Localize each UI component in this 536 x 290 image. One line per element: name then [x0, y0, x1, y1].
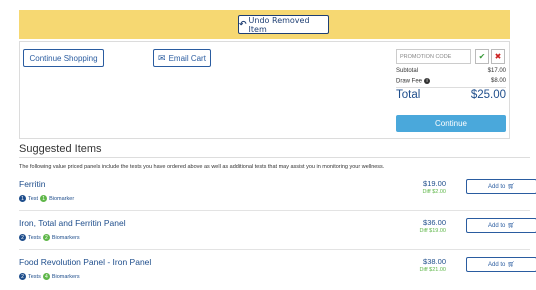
item-price: $19.00	[423, 179, 446, 188]
item-divider	[19, 210, 530, 211]
tests-count-badge: 2	[19, 234, 26, 241]
biomarkers-label: Biomarkers	[51, 234, 80, 241]
undo-label: Undo Removed Item	[248, 15, 310, 34]
total-value: $25.00	[470, 89, 506, 101]
item-diff: Diff $19.00	[419, 228, 446, 234]
promo-code-placeholder: PROMOTION CODE	[400, 53, 452, 60]
draw-fee-value: $8.00	[490, 78, 506, 84]
item-price: $36.00	[423, 218, 446, 227]
item-diff: Diff $21.00	[419, 267, 446, 273]
biomarkers-count-badge: 2	[42, 234, 50, 241]
email-cart-button[interactable]: ✉ Email Cart	[153, 49, 211, 67]
item-meta: 2 Tests 4 Biomarkers	[19, 273, 80, 280]
subtotal-label: Subtotal	[396, 68, 419, 74]
clear-promo-button[interactable]: ✖	[491, 49, 505, 64]
item-meta: 2 Tests 2 Biomarkers	[19, 234, 80, 241]
biomarkers-label: Biomarker	[49, 195, 75, 202]
item-meta: 1 Test 1 Biomarker	[19, 195, 74, 202]
item-divider	[19, 249, 530, 250]
tests-label: Test	[28, 195, 39, 202]
cart-icon: 🛒︎	[507, 262, 515, 268]
add-to-cart-button[interactable]: Add to 🛒︎	[466, 179, 536, 194]
check-icon: ✔	[478, 52, 486, 61]
section-divider	[19, 157, 530, 158]
close-icon: ✖	[494, 52, 502, 61]
cart-icon: 🛒︎	[507, 223, 515, 229]
add-to-cart-button[interactable]: Add to 🛒︎	[466, 257, 536, 272]
item-name[interactable]: Food Revolution Panel - Iron Panel	[19, 257, 151, 267]
summary-divider	[396, 87, 506, 88]
add-to-label: Add to	[488, 222, 506, 229]
tests-count-badge: 1	[19, 195, 26, 202]
undo-removed-item-button[interactable]: ↶ Undo Removed Item	[238, 15, 329, 34]
total-row: Total $25.00	[396, 89, 506, 101]
info-icon[interactable]: i	[424, 78, 431, 84]
continue-shopping-label: Continue Shopping	[29, 53, 98, 63]
email-cart-label: Email Cart	[168, 53, 206, 63]
promo-code-input[interactable]: PROMOTION CODE	[396, 49, 471, 64]
cart-icon: 🛒︎	[507, 184, 515, 190]
continue-button[interactable]: Continue	[396, 115, 506, 132]
apply-promo-button[interactable]: ✔	[475, 49, 489, 64]
undo-banner: ↶ Undo Removed Item	[19, 10, 510, 39]
undo-icon: ↶	[239, 19, 247, 30]
biomarkers-count-badge: 4	[42, 273, 50, 280]
add-to-label: Add to	[488, 183, 506, 190]
subtotal-value: $17.00	[487, 68, 506, 74]
draw-fee-label: Draw Fee	[396, 78, 423, 85]
item-name[interactable]: Ferritin	[19, 179, 45, 189]
item-diff: Diff $2.00	[422, 189, 446, 195]
add-to-label: Add to	[488, 261, 506, 268]
envelope-icon: ✉	[158, 52, 166, 63]
biomarkers-label: Biomarkers	[51, 273, 80, 280]
biomarkers-count-badge: 1	[40, 195, 48, 202]
total-label: Total	[396, 89, 421, 101]
continue-label: Continue	[434, 119, 468, 128]
draw-fee-row: Draw Fee i $8.00	[396, 78, 506, 85]
item-name[interactable]: Iron, Total and Ferritin Panel	[19, 218, 126, 228]
add-to-cart-button[interactable]: Add to 🛒︎	[466, 218, 536, 233]
suggested-description: The following value priced panels includ…	[19, 164, 385, 170]
cart-actions-panel: Continue Shopping ✉ Email Cart PROMOTION…	[19, 41, 510, 139]
subtotal-row: Subtotal $17.00	[396, 68, 506, 74]
item-price: $38.00	[423, 257, 446, 266]
continue-shopping-button[interactable]: Continue Shopping	[23, 49, 104, 67]
tests-label: Tests	[28, 234, 41, 241]
tests-label: Tests	[28, 273, 41, 280]
tests-count-badge: 2	[19, 273, 26, 280]
suggested-items-title: Suggested Items	[19, 143, 102, 155]
